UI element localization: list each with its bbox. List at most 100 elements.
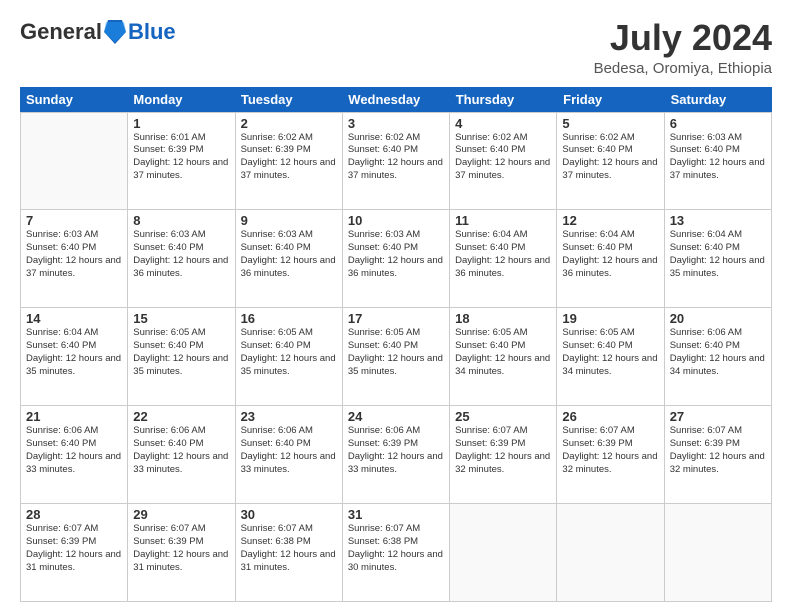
- day-number: 28: [26, 507, 122, 522]
- day-info: Sunrise: 6:02 AM Sunset: 6:39 PM Dayligh…: [241, 132, 337, 183]
- day-number: 3: [348, 116, 444, 131]
- calendar-body: 1Sunrise: 6:01 AM Sunset: 6:39 PM Daylig…: [20, 112, 772, 602]
- day-number: 9: [241, 213, 337, 228]
- logo-general: General: [20, 19, 102, 45]
- logo-blue: Blue: [128, 19, 176, 45]
- day-number: 25: [455, 409, 551, 424]
- calendar-cell: 31Sunrise: 6:07 AM Sunset: 6:38 PM Dayli…: [343, 504, 450, 602]
- calendar-cell: 7Sunrise: 6:03 AM Sunset: 6:40 PM Daylig…: [21, 210, 128, 308]
- day-info: Sunrise: 6:05 AM Sunset: 6:40 PM Dayligh…: [348, 327, 444, 378]
- calendar-cell: 4Sunrise: 6:02 AM Sunset: 6:40 PM Daylig…: [450, 113, 557, 211]
- day-info: Sunrise: 6:05 AM Sunset: 6:40 PM Dayligh…: [133, 327, 229, 378]
- calendar-cell: 21Sunrise: 6:06 AM Sunset: 6:40 PM Dayli…: [21, 406, 128, 504]
- header: General Blue July 2024 Bedesa, Oromiya, …: [20, 18, 772, 77]
- day-info: Sunrise: 6:03 AM Sunset: 6:40 PM Dayligh…: [26, 229, 122, 280]
- page: General Blue July 2024 Bedesa, Oromiya, …: [0, 0, 792, 612]
- calendar-cell: 23Sunrise: 6:06 AM Sunset: 6:40 PM Dayli…: [236, 406, 343, 504]
- logo-text: General Blue: [20, 18, 176, 46]
- calendar-cell: [450, 504, 557, 602]
- day-info: Sunrise: 6:07 AM Sunset: 6:38 PM Dayligh…: [241, 523, 337, 574]
- day-number: 26: [562, 409, 658, 424]
- day-info: Sunrise: 6:05 AM Sunset: 6:40 PM Dayligh…: [455, 327, 551, 378]
- calendar-cell: [665, 504, 772, 602]
- day-number: 2: [241, 116, 337, 131]
- calendar-cell: 18Sunrise: 6:05 AM Sunset: 6:40 PM Dayli…: [450, 308, 557, 406]
- day-info: Sunrise: 6:06 AM Sunset: 6:40 PM Dayligh…: [26, 425, 122, 476]
- calendar-row: 7Sunrise: 6:03 AM Sunset: 6:40 PM Daylig…: [21, 210, 772, 308]
- month-title: July 2024: [594, 18, 772, 58]
- day-info: Sunrise: 6:03 AM Sunset: 6:40 PM Dayligh…: [133, 229, 229, 280]
- day-info: Sunrise: 6:07 AM Sunset: 6:39 PM Dayligh…: [133, 523, 229, 574]
- day-info: Sunrise: 6:02 AM Sunset: 6:40 PM Dayligh…: [562, 132, 658, 183]
- day-info: Sunrise: 6:04 AM Sunset: 6:40 PM Dayligh…: [562, 229, 658, 280]
- calendar-row: 1Sunrise: 6:01 AM Sunset: 6:39 PM Daylig…: [21, 113, 772, 211]
- calendar-row: 14Sunrise: 6:04 AM Sunset: 6:40 PM Dayli…: [21, 308, 772, 406]
- day-number: 23: [241, 409, 337, 424]
- logo: General Blue: [20, 18, 176, 46]
- weekday-header: Sunday: [20, 87, 127, 112]
- day-number: 8: [133, 213, 229, 228]
- day-info: Sunrise: 6:06 AM Sunset: 6:40 PM Dayligh…: [133, 425, 229, 476]
- day-info: Sunrise: 6:05 AM Sunset: 6:40 PM Dayligh…: [562, 327, 658, 378]
- calendar-cell: [21, 113, 128, 211]
- day-info: Sunrise: 6:07 AM Sunset: 6:39 PM Dayligh…: [455, 425, 551, 476]
- calendar-row: 28Sunrise: 6:07 AM Sunset: 6:39 PM Dayli…: [21, 504, 772, 602]
- day-number: 1: [133, 116, 229, 131]
- day-number: 11: [455, 213, 551, 228]
- weekday-header: Monday: [127, 87, 234, 112]
- day-number: 29: [133, 507, 229, 522]
- calendar-cell: 12Sunrise: 6:04 AM Sunset: 6:40 PM Dayli…: [557, 210, 664, 308]
- day-info: Sunrise: 6:02 AM Sunset: 6:40 PM Dayligh…: [348, 132, 444, 183]
- calendar-cell: 2Sunrise: 6:02 AM Sunset: 6:39 PM Daylig…: [236, 113, 343, 211]
- calendar-cell: 11Sunrise: 6:04 AM Sunset: 6:40 PM Dayli…: [450, 210, 557, 308]
- calendar-cell: 15Sunrise: 6:05 AM Sunset: 6:40 PM Dayli…: [128, 308, 235, 406]
- calendar-row: 21Sunrise: 6:06 AM Sunset: 6:40 PM Dayli…: [21, 406, 772, 504]
- calendar-cell: 14Sunrise: 6:04 AM Sunset: 6:40 PM Dayli…: [21, 308, 128, 406]
- calendar-cell: 1Sunrise: 6:01 AM Sunset: 6:39 PM Daylig…: [128, 113, 235, 211]
- day-info: Sunrise: 6:02 AM Sunset: 6:40 PM Dayligh…: [455, 132, 551, 183]
- day-info: Sunrise: 6:05 AM Sunset: 6:40 PM Dayligh…: [241, 327, 337, 378]
- calendar-cell: 13Sunrise: 6:04 AM Sunset: 6:40 PM Dayli…: [665, 210, 772, 308]
- day-number: 7: [26, 213, 122, 228]
- day-info: Sunrise: 6:03 AM Sunset: 6:40 PM Dayligh…: [348, 229, 444, 280]
- weekday-header: Saturday: [665, 87, 772, 112]
- day-number: 5: [562, 116, 658, 131]
- day-info: Sunrise: 6:04 AM Sunset: 6:40 PM Dayligh…: [670, 229, 766, 280]
- day-number: 13: [670, 213, 766, 228]
- calendar-cell: 16Sunrise: 6:05 AM Sunset: 6:40 PM Dayli…: [236, 308, 343, 406]
- day-number: 6: [670, 116, 766, 131]
- calendar-cell: 3Sunrise: 6:02 AM Sunset: 6:40 PM Daylig…: [343, 113, 450, 211]
- day-number: 19: [562, 311, 658, 326]
- day-number: 15: [133, 311, 229, 326]
- calendar-cell: 25Sunrise: 6:07 AM Sunset: 6:39 PM Dayli…: [450, 406, 557, 504]
- day-info: Sunrise: 6:04 AM Sunset: 6:40 PM Dayligh…: [455, 229, 551, 280]
- day-number: 4: [455, 116, 551, 131]
- logo-icon: [104, 18, 126, 46]
- day-number: 18: [455, 311, 551, 326]
- day-number: 16: [241, 311, 337, 326]
- day-info: Sunrise: 6:01 AM Sunset: 6:39 PM Dayligh…: [133, 132, 229, 183]
- day-info: Sunrise: 6:07 AM Sunset: 6:39 PM Dayligh…: [562, 425, 658, 476]
- day-info: Sunrise: 6:06 AM Sunset: 6:40 PM Dayligh…: [241, 425, 337, 476]
- title-area: July 2024 Bedesa, Oromiya, Ethiopia: [594, 18, 772, 77]
- weekday-header: Friday: [557, 87, 664, 112]
- weekday-header: Tuesday: [235, 87, 342, 112]
- location: Bedesa, Oromiya, Ethiopia: [594, 60, 772, 77]
- day-number: 24: [348, 409, 444, 424]
- day-number: 22: [133, 409, 229, 424]
- calendar: SundayMondayTuesdayWednesdayThursdayFrid…: [20, 87, 772, 602]
- day-number: 10: [348, 213, 444, 228]
- day-info: Sunrise: 6:07 AM Sunset: 6:39 PM Dayligh…: [670, 425, 766, 476]
- day-info: Sunrise: 6:03 AM Sunset: 6:40 PM Dayligh…: [241, 229, 337, 280]
- day-number: 14: [26, 311, 122, 326]
- day-info: Sunrise: 6:06 AM Sunset: 6:40 PM Dayligh…: [670, 327, 766, 378]
- day-number: 27: [670, 409, 766, 424]
- calendar-cell: 17Sunrise: 6:05 AM Sunset: 6:40 PM Dayli…: [343, 308, 450, 406]
- day-number: 20: [670, 311, 766, 326]
- calendar-cell: 20Sunrise: 6:06 AM Sunset: 6:40 PM Dayli…: [665, 308, 772, 406]
- day-info: Sunrise: 6:07 AM Sunset: 6:38 PM Dayligh…: [348, 523, 444, 574]
- calendar-cell: 29Sunrise: 6:07 AM Sunset: 6:39 PM Dayli…: [128, 504, 235, 602]
- day-info: Sunrise: 6:07 AM Sunset: 6:39 PM Dayligh…: [26, 523, 122, 574]
- calendar-cell: 5Sunrise: 6:02 AM Sunset: 6:40 PM Daylig…: [557, 113, 664, 211]
- calendar-cell: [557, 504, 664, 602]
